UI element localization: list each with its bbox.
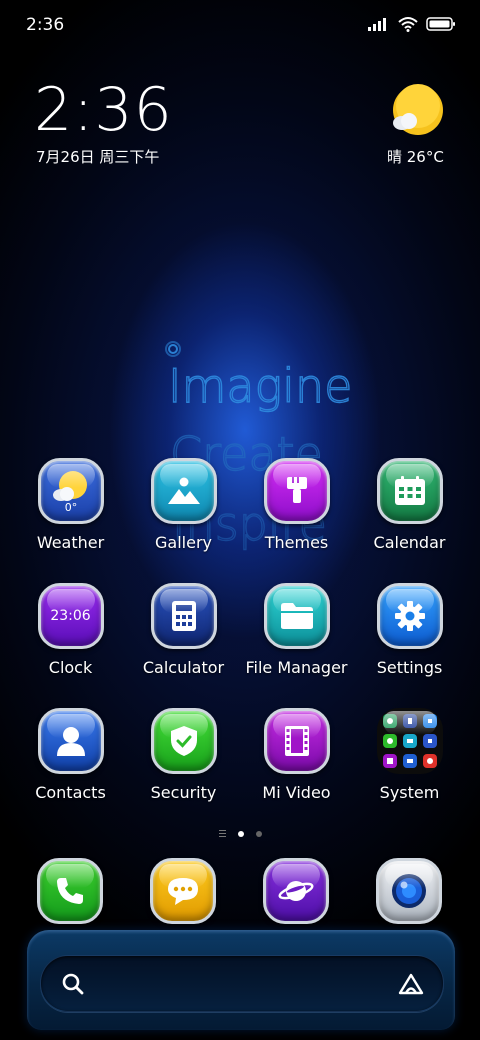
app-calculator[interactable]: Calculator — [127, 583, 240, 677]
gear-glyph — [394, 601, 425, 631]
app-label: Weather — [36, 533, 105, 552]
calculator-icon[interactable] — [150, 583, 217, 649]
brush-glyph — [286, 477, 307, 503]
dock-phone[interactable] — [37, 858, 103, 924]
folder-icon[interactable] — [263, 583, 330, 649]
planet-icon[interactable] — [263, 858, 329, 924]
calendar-glyph — [394, 476, 425, 505]
app-list-indicator[interactable] — [218, 830, 226, 837]
sunny-cloud-icon[interactable] — [392, 84, 444, 136]
film-icon[interactable] — [263, 708, 330, 774]
brush-icon[interactable] — [263, 458, 330, 524]
message-icon[interactable] — [150, 858, 216, 924]
app-label: Security — [150, 783, 217, 802]
camera-icon[interactable] — [376, 858, 442, 924]
app-label: Contacts — [35, 783, 106, 802]
weather-badge: 0° — [64, 501, 77, 513]
shield-glyph — [170, 726, 197, 756]
app-label: Calendar — [373, 533, 446, 552]
app-label: Clock — [48, 658, 93, 677]
shield-icon[interactable] — [150, 708, 217, 774]
app-system-folder[interactable]: System — [353, 708, 466, 802]
contact-icon[interactable] — [37, 708, 104, 774]
app-gallery[interactable]: Gallery — [127, 458, 240, 552]
film-glyph — [284, 726, 309, 756]
app-label: Settings — [376, 658, 443, 677]
gallery-icon[interactable] — [150, 458, 217, 524]
assistant-icon[interactable] — [397, 972, 425, 996]
calculator-glyph — [171, 601, 196, 631]
clock-icon[interactable]: 23:06 — [37, 583, 104, 649]
search-bar[interactable] — [40, 955, 444, 1012]
dock-browser[interactable] — [263, 858, 329, 924]
weather-icon[interactable]: 0° — [37, 458, 104, 524]
app-label: Gallery — [155, 533, 212, 552]
weather-glyph: 0° — [52, 471, 87, 513]
app-label: Calculator — [142, 658, 225, 677]
message-glyph — [168, 878, 198, 905]
folder-grid-glyph — [382, 714, 437, 768]
app-security[interactable]: Security — [127, 708, 240, 802]
weather-condition[interactable]: 晴 26°C — [387, 146, 444, 167]
app-settings[interactable]: Settings — [353, 583, 466, 677]
app-themes[interactable]: Themes — [240, 458, 353, 552]
page-dot-active[interactable] — [237, 830, 244, 837]
app-file-manager[interactable]: File Manager — [240, 583, 353, 677]
status-time: 2:36 — [26, 15, 65, 35]
app-calendar[interactable]: Calendar — [353, 458, 466, 552]
app-weather[interactable]: 0° Weather — [14, 458, 127, 552]
status-bar: 2:36 — [0, 0, 480, 50]
app-contacts[interactable]: Contacts — [14, 708, 127, 802]
contact-glyph — [56, 727, 85, 756]
dock-messages[interactable] — [150, 858, 216, 924]
dock-camera[interactable] — [376, 858, 442, 924]
widget-date: 7月26日 周三下午 — [36, 148, 160, 166]
search-icon[interactable] — [61, 972, 85, 996]
app-mi-video[interactable]: Mi Video — [240, 708, 353, 802]
wallpaper-line-1: Imagine — [168, 359, 352, 413]
planet-glyph — [278, 881, 314, 901]
app-label: File Manager — [245, 658, 348, 677]
page-dot[interactable] — [255, 830, 262, 837]
calendar-icon[interactable] — [376, 458, 443, 524]
widget-time[interactable]: 2:36 — [34, 78, 173, 142]
folder-glyph — [280, 603, 313, 629]
signal-icon — [368, 18, 386, 31]
phone-glyph — [57, 878, 83, 904]
app-label: Themes — [264, 533, 329, 552]
gear-icon[interactable] — [376, 583, 443, 649]
app-label: System — [379, 783, 440, 802]
folder-grid-icon[interactable] — [376, 708, 443, 774]
battery-icon — [426, 17, 455, 31]
wifi-icon — [398, 17, 418, 32]
gallery-glyph — [167, 477, 200, 504]
clock-badge: 23:06 — [50, 608, 91, 624]
status-icons — [368, 16, 456, 32]
page-indicator[interactable] — [0, 830, 480, 837]
app-clock[interactable]: 23:06 Clock — [14, 583, 127, 677]
camera-glyph — [392, 874, 426, 908]
app-label: Mi Video — [262, 783, 331, 802]
phone-icon[interactable] — [37, 858, 103, 924]
